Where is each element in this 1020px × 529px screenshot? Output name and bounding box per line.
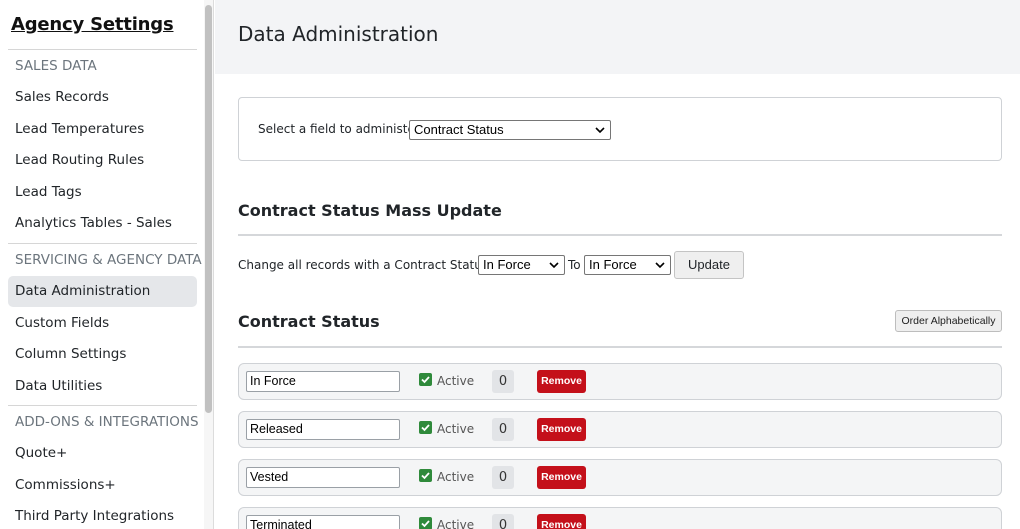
sidebar-item-lead-routing-rules[interactable]: Lead Routing Rules — [15, 150, 144, 170]
contract-status-heading: Contract Status — [238, 312, 380, 331]
sidebar-item-quote-plus[interactable]: Quote+ — [15, 443, 67, 463]
count-badge: 0 — [492, 370, 514, 393]
list-item: Terminated Active 0 Remove — [238, 507, 1002, 529]
check-icon — [421, 520, 430, 528]
count-badge: 0 — [492, 466, 514, 489]
list-item: Vested Active 0 Remove — [238, 459, 1002, 496]
update-button[interactable]: Update — [674, 251, 744, 279]
list-item: In Force Active 0 Remove — [238, 363, 1002, 400]
chevron-down-icon — [549, 262, 559, 269]
sidebar-item-data-utilities[interactable]: Data Utilities — [15, 376, 102, 396]
field-select-value: Contract Status — [414, 122, 504, 137]
active-label: Active — [437, 470, 475, 484]
mass-update-heading: Contract Status Mass Update — [238, 201, 502, 220]
sidebar-item-third-party-integrations[interactable]: Third Party Integrations — [15, 506, 174, 526]
divider — [238, 346, 1002, 348]
remove-button[interactable]: Remove — [537, 514, 586, 529]
section-servicing-agency-data: SERVICING & AGENCY DATA — [15, 252, 202, 268]
from-select-value: In Force — [483, 257, 531, 272]
status-name-input[interactable]: Vested — [246, 467, 400, 488]
chevron-down-icon — [655, 262, 665, 269]
divider — [8, 243, 197, 244]
active-checkbox[interactable] — [419, 517, 432, 529]
remove-button[interactable]: Remove — [537, 466, 586, 489]
section-sales-data: SALES DATA — [15, 58, 97, 74]
mass-update-to-select[interactable]: In Force — [584, 255, 671, 275]
active-label: Active — [437, 374, 475, 388]
active-checkbox[interactable] — [419, 469, 432, 482]
remove-button[interactable]: Remove — [537, 418, 586, 441]
active-label: Active — [437, 422, 475, 436]
check-icon — [421, 424, 430, 432]
mass-update-to-label: To — [568, 258, 581, 272]
divider — [8, 405, 197, 406]
status-name-input[interactable]: Released — [246, 419, 400, 440]
sidebar-item-data-administration[interactable]: Data Administration — [15, 281, 150, 301]
count-badge: 0 — [492, 514, 514, 529]
chevron-down-icon — [595, 127, 605, 134]
sidebar-item-custom-fields[interactable]: Custom Fields — [15, 313, 109, 333]
divider — [8, 49, 197, 50]
sidebar: Agency Settings SALES DATA Sales Records… — [0, 0, 214, 529]
sidebar-item-column-settings[interactable]: Column Settings — [15, 344, 126, 364]
status-name-input[interactable]: In Force — [246, 371, 400, 392]
sidebar-item-commissions-plus[interactable]: Commissions+ — [15, 475, 116, 495]
count-badge: 0 — [492, 418, 514, 441]
field-selector-label: Select a field to administer: — [258, 122, 424, 136]
field-select[interactable]: Contract Status — [409, 120, 611, 140]
active-checkbox[interactable] — [419, 421, 432, 434]
page-title: Data Administration — [238, 22, 439, 46]
active-checkbox[interactable] — [419, 373, 432, 386]
mass-update-from-select[interactable]: In Force — [478, 255, 565, 275]
to-select-value: In Force — [589, 257, 637, 272]
sidebar-scrollbar-thumb[interactable] — [205, 5, 212, 413]
sidebar-item-sales-records[interactable]: Sales Records — [15, 87, 109, 107]
mass-update-prefix: Change all records with a Contract Statu… — [238, 258, 504, 272]
sidebar-item-lead-tags[interactable]: Lead Tags — [15, 182, 82, 202]
section-addons-integrations: ADD-ONS & INTEGRATIONS — [15, 414, 199, 430]
check-icon — [421, 472, 430, 480]
remove-button[interactable]: Remove — [537, 370, 586, 393]
sidebar-item-analytics-tables-sales[interactable]: Analytics Tables - Sales — [15, 213, 172, 233]
list-item: Released Active 0 Remove — [238, 411, 1002, 448]
status-name-input[interactable]: Terminated — [246, 515, 400, 529]
sidebar-title[interactable]: Agency Settings — [11, 14, 174, 35]
check-icon — [421, 376, 430, 384]
sidebar-item-lead-temperatures[interactable]: Lead Temperatures — [15, 119, 144, 139]
order-alphabetically-button[interactable]: Order Alphabetically — [895, 310, 1002, 332]
divider — [238, 234, 1002, 236]
active-label: Active — [437, 518, 475, 529]
